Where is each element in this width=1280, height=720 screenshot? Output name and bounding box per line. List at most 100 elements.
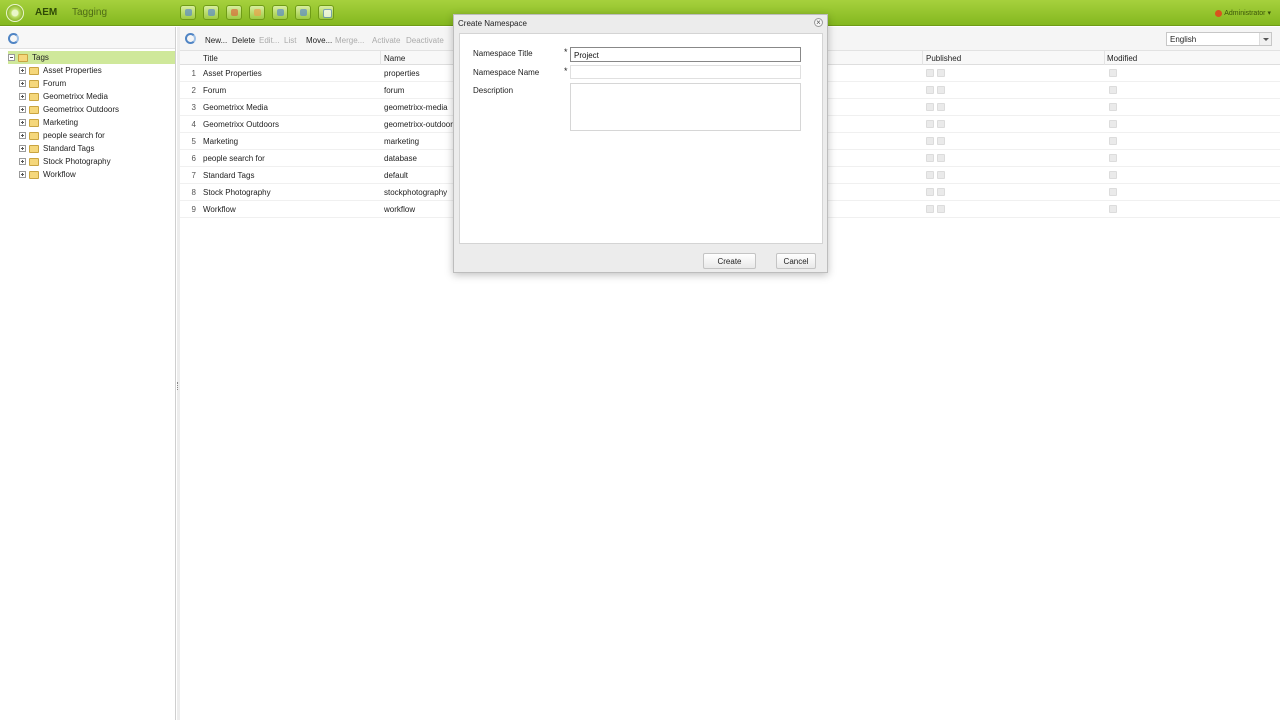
namespace-title-input[interactable] <box>570 47 801 62</box>
status-icon <box>1109 103 1117 111</box>
row-name: geometrixx-outdoor <box>384 120 453 129</box>
status-icon <box>926 103 934 111</box>
status-icon <box>1109 120 1117 128</box>
column-title[interactable]: Title <box>203 54 218 63</box>
console-switcher <box>180 5 334 20</box>
namespace-name-input[interactable] <box>570 65 801 79</box>
edit-button[interactable]: Edit... <box>259 36 279 45</box>
status-icon <box>937 154 945 162</box>
folder-icon <box>29 131 39 140</box>
modified-status <box>1109 103 1117 111</box>
tree-item[interactable]: Marketing <box>0 116 175 129</box>
chevron-down-icon: ▾ <box>1267 10 1271 17</box>
modified-status <box>1109 154 1117 162</box>
tree-item-label: Tags <box>32 53 49 62</box>
status-icon <box>937 188 945 196</box>
expand-icon[interactable] <box>19 171 26 178</box>
expand-icon[interactable] <box>19 158 26 165</box>
row-title: Workflow <box>203 205 236 214</box>
modified-status <box>1109 120 1117 128</box>
column-divider[interactable] <box>922 51 923 65</box>
websites-icon[interactable] <box>180 5 196 20</box>
expand-icon[interactable] <box>19 119 26 126</box>
expand-icon[interactable] <box>19 145 26 152</box>
row-name: properties <box>384 69 420 78</box>
collapse-icon[interactable] <box>8 54 15 61</box>
status-icon <box>937 69 945 77</box>
expand-icon[interactable] <box>19 106 26 113</box>
row-name: workflow <box>384 205 416 214</box>
chevron-down-icon[interactable] <box>1259 33 1271 45</box>
folder-icon <box>29 170 39 179</box>
published-status <box>926 171 945 179</box>
tree-item[interactable]: Geometrixx Media <box>0 90 175 103</box>
refresh-icon[interactable] <box>8 33 19 44</box>
tree-item[interactable]: Asset Properties <box>0 64 175 77</box>
row-title: Asset Properties <box>203 69 262 78</box>
row-title: Standard Tags <box>203 171 255 180</box>
move-button[interactable]: Move... <box>306 36 332 45</box>
row-title: people search for <box>203 154 265 163</box>
tree-item[interactable]: people search for <box>0 129 175 142</box>
row-number: 3 <box>191 103 196 112</box>
campaigns-icon[interactable] <box>249 5 265 20</box>
column-published[interactable]: Published <box>926 54 961 63</box>
expand-icon[interactable] <box>19 93 26 100</box>
cancel-button[interactable]: Cancel <box>776 253 816 269</box>
required-marker: * <box>564 66 568 76</box>
column-divider[interactable] <box>1104 51 1105 65</box>
expand-icon[interactable] <box>19 67 26 74</box>
expand-icon[interactable] <box>19 132 26 139</box>
status-icon <box>926 188 934 196</box>
column-name[interactable]: Name <box>384 54 405 63</box>
tree-item[interactable]: Geometrixx Outdoors <box>0 103 175 116</box>
language-select[interactable]: English <box>1166 32 1272 46</box>
expand-icon[interactable] <box>19 80 26 87</box>
required-marker: * <box>564 47 568 57</box>
published-status <box>926 137 945 145</box>
folder-icon <box>29 66 39 75</box>
row-title: Marketing <box>203 137 239 146</box>
tree-item[interactable]: Standard Tags <box>0 142 175 155</box>
merge-button[interactable]: Merge... <box>335 36 364 45</box>
tree-item[interactable]: Workflow <box>0 168 175 181</box>
tree-item[interactable]: Forum <box>0 77 175 90</box>
column-modified[interactable]: Modified <box>1107 54 1137 63</box>
deactivate-button[interactable]: Deactivate <box>406 36 444 45</box>
modified-status <box>1109 86 1117 94</box>
create-namespace-dialog: Create Namespace × Namespace Title * Nam… <box>453 14 828 273</box>
tagging-icon[interactable] <box>318 5 334 20</box>
status-icon <box>1109 86 1117 94</box>
dialog-form: Namespace Title * Namespace Name * Descr… <box>459 33 823 244</box>
app-page-title: Tagging <box>72 7 108 18</box>
tree-item-label: Marketing <box>43 118 79 127</box>
status-icon <box>926 171 934 179</box>
aem-logo-icon[interactable] <box>6 4 24 22</box>
digital-assets-icon[interactable] <box>203 5 219 20</box>
new-button[interactable]: New... <box>205 36 227 45</box>
tree-item-label: Stock Photography <box>43 157 111 166</box>
workflow-icon[interactable] <box>295 5 311 20</box>
app-name: AEM <box>35 7 58 18</box>
list-button[interactable]: List <box>284 36 296 45</box>
activate-button[interactable]: Activate <box>372 36 400 45</box>
refresh-icon[interactable] <box>185 33 196 44</box>
tree-item-tags[interactable]: Tags <box>8 51 175 64</box>
close-icon[interactable]: × <box>814 18 823 27</box>
tree-item[interactable]: Stock Photography <box>0 155 175 168</box>
create-button[interactable]: Create <box>703 253 756 269</box>
splitter-handle[interactable] <box>177 382 179 390</box>
status-icon <box>1109 171 1117 179</box>
inbox-icon[interactable] <box>272 5 288 20</box>
status-icon <box>926 120 934 128</box>
modified-status <box>1109 137 1117 145</box>
user-menu[interactable]: Administrator ▾ <box>1215 9 1271 17</box>
column-divider[interactable] <box>380 51 381 65</box>
delete-button[interactable]: Delete <box>232 36 255 45</box>
language-value: English <box>1170 35 1197 44</box>
tree-item-label: Standard Tags <box>43 144 95 153</box>
row-number: 2 <box>191 86 196 95</box>
community-icon[interactable] <box>226 5 242 20</box>
tag-tree: Tags Asset Properties Forum Geometrixx M… <box>0 49 175 181</box>
description-textarea[interactable] <box>570 83 801 131</box>
